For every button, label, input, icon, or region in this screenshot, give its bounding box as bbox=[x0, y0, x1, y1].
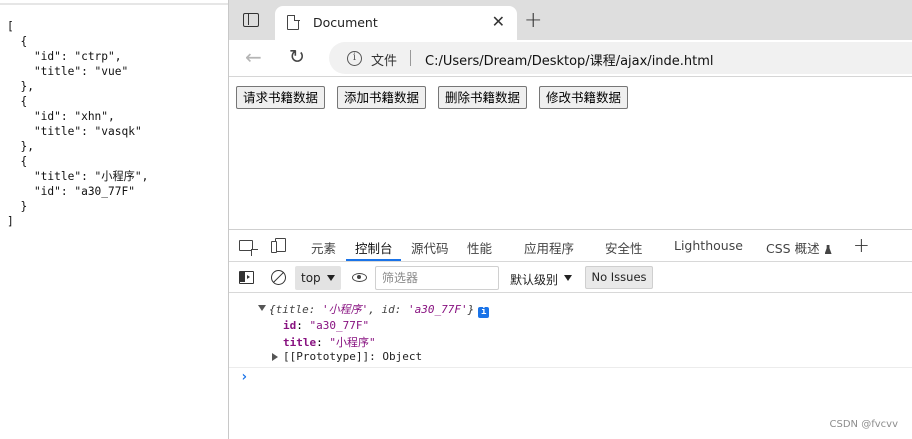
property-value: "小程序" bbox=[329, 336, 376, 349]
tab-css-overview[interactable]: CSS 概述 bbox=[766, 238, 832, 257]
experiment-flask-icon bbox=[824, 245, 832, 254]
panel-divider bbox=[0, 3, 228, 5]
json-line: { bbox=[7, 35, 28, 48]
page-content: 请求书籍数据 添加书籍数据 删除书籍数据 修改书籍数据 bbox=[229, 78, 912, 229]
object-property[interactable]: id: "a30_77F" bbox=[283, 319, 369, 332]
summary-key: title: bbox=[275, 303, 322, 316]
summary-value: 'a30_77F' bbox=[407, 303, 468, 316]
brace: } bbox=[467, 303, 475, 316]
back-button[interactable]: ← bbox=[245, 46, 262, 68]
levels-dropdown-arrow-icon[interactable] bbox=[564, 275, 572, 281]
close-tab-icon[interactable]: ✕ bbox=[492, 13, 505, 31]
json-line: } bbox=[7, 200, 28, 213]
tab-performance[interactable]: 性能 bbox=[467, 238, 492, 257]
summary-separator: , bbox=[368, 303, 382, 316]
edit-book-button[interactable]: 修改书籍数据 bbox=[539, 86, 629, 109]
brace: { bbox=[269, 303, 276, 316]
live-expression-eye-icon[interactable] bbox=[352, 273, 367, 282]
json-line: "id": "ctrp", bbox=[7, 50, 122, 63]
devtools-tab-bar: 元素 控制台 源代码 性能 应用程序 安全性 Lighthouse CSS 概述… bbox=[229, 230, 912, 262]
json-line: }, bbox=[7, 80, 34, 93]
browser-window: Document ✕ + ← ↻ i 文件 C:/Users/Dream/Des… bbox=[228, 0, 912, 439]
tab-lighthouse[interactable]: Lighthouse bbox=[674, 238, 743, 253]
collapse-triangle-icon[interactable] bbox=[258, 305, 266, 311]
clear-console-icon[interactable] bbox=[271, 270, 286, 285]
active-tab-indicator bbox=[346, 259, 401, 261]
address-separator bbox=[410, 50, 411, 66]
json-line: [ bbox=[7, 20, 14, 33]
browser-toolbar: ← ↻ i 文件 C:/Users/Dream/Desktop/课程/ajax/… bbox=[229, 40, 912, 77]
add-book-button[interactable]: 添加书籍数据 bbox=[337, 86, 427, 109]
watermark: CSDN @fvcvv bbox=[829, 419, 898, 430]
object-summary[interactable]: {title: '小程序', id: 'a30_77F'} i bbox=[269, 301, 490, 318]
property-value: "a30_77F" bbox=[309, 319, 370, 332]
json-line: "title": "vue" bbox=[7, 65, 129, 78]
json-line: "title": "vasqk" bbox=[7, 125, 142, 138]
document-icon bbox=[287, 14, 300, 30]
object-property[interactable]: title: "小程序" bbox=[283, 334, 376, 350]
json-line: }, bbox=[7, 140, 34, 153]
devtools-panel: 元素 控制台 源代码 性能 应用程序 安全性 Lighthouse CSS 概述… bbox=[229, 229, 912, 439]
summary-value: '小程序' bbox=[321, 303, 369, 316]
inspect-element-icon[interactable] bbox=[239, 240, 253, 251]
property-key: title bbox=[283, 336, 317, 349]
expand-triangle-icon[interactable] bbox=[272, 353, 278, 361]
property-key: id bbox=[283, 319, 297, 332]
delete-book-button[interactable]: 删除书籍数据 bbox=[438, 86, 528, 109]
console-filter-input[interactable] bbox=[375, 266, 499, 290]
more-tools-button[interactable]: + bbox=[853, 234, 870, 256]
tab-strip: Document ✕ + bbox=[229, 0, 912, 40]
address-bar[interactable]: i 文件 C:/Users/Dream/Desktop/课程/ajax/inde… bbox=[329, 42, 912, 74]
json-line: ] bbox=[7, 215, 14, 228]
json-text: [ { "id": "ctrp", "title": "vue" }, { "i… bbox=[7, 19, 148, 229]
info-badge-icon[interactable]: i bbox=[478, 307, 490, 318]
console-prompt-chevron-icon[interactable]: › bbox=[240, 369, 248, 385]
tab-document[interactable]: Document ✕ bbox=[275, 6, 517, 40]
prototype-property[interactable]: [[Prototype]]: Object bbox=[283, 350, 422, 363]
tab-security[interactable]: 安全性 bbox=[605, 238, 643, 257]
json-line: "title": "小程序", bbox=[7, 170, 149, 183]
context-value: top bbox=[301, 271, 321, 285]
context-selector[interactable]: top bbox=[295, 266, 341, 290]
json-line: { bbox=[7, 155, 28, 168]
tab-title: Document bbox=[313, 15, 378, 30]
json-line: "id": "a30_77F" bbox=[7, 185, 135, 198]
console-output: {title: '小程序', id: 'a30_77F'} i id: "a30_… bbox=[229, 294, 912, 439]
summary-key: id: bbox=[381, 303, 408, 316]
tab-console[interactable]: 控制台 bbox=[355, 238, 393, 257]
dropdown-arrow-icon bbox=[327, 275, 335, 281]
tab-actions-icon[interactable] bbox=[243, 13, 259, 27]
json-line: "id": "xhn", bbox=[7, 110, 115, 123]
show-sidebar-icon[interactable] bbox=[239, 271, 254, 284]
new-tab-button[interactable]: + bbox=[524, 10, 542, 32]
reload-button[interactable]: ↻ bbox=[289, 46, 305, 68]
protocol-label: 文件 bbox=[371, 54, 398, 69]
console-toolbar: top 默认级别 No Issues bbox=[229, 263, 912, 293]
console-log-entry[interactable]: {title: '小程序', id: 'a30_77F'} i id: "a30_… bbox=[229, 298, 912, 368]
issues-button[interactable]: No Issues bbox=[585, 266, 653, 289]
request-books-button[interactable]: 请求书籍数据 bbox=[236, 86, 326, 109]
url-text[interactable]: C:/Users/Dream/Desktop/课程/ajax/inde.html bbox=[425, 50, 714, 69]
site-info-icon[interactable]: i bbox=[347, 51, 362, 66]
tab-css-overview-label: CSS 概述 bbox=[766, 241, 820, 256]
json-line: { bbox=[7, 95, 28, 108]
json-response-panel: [ { "id": "ctrp", "title": "vue" }, { "i… bbox=[0, 0, 228, 439]
tab-sources[interactable]: 源代码 bbox=[411, 238, 449, 257]
log-levels-dropdown[interactable]: 默认级别 bbox=[510, 271, 558, 288]
device-toolbar-icon[interactable] bbox=[271, 238, 286, 253]
tab-application[interactable]: 应用程序 bbox=[524, 238, 574, 257]
tab-elements[interactable]: 元素 bbox=[311, 238, 336, 257]
